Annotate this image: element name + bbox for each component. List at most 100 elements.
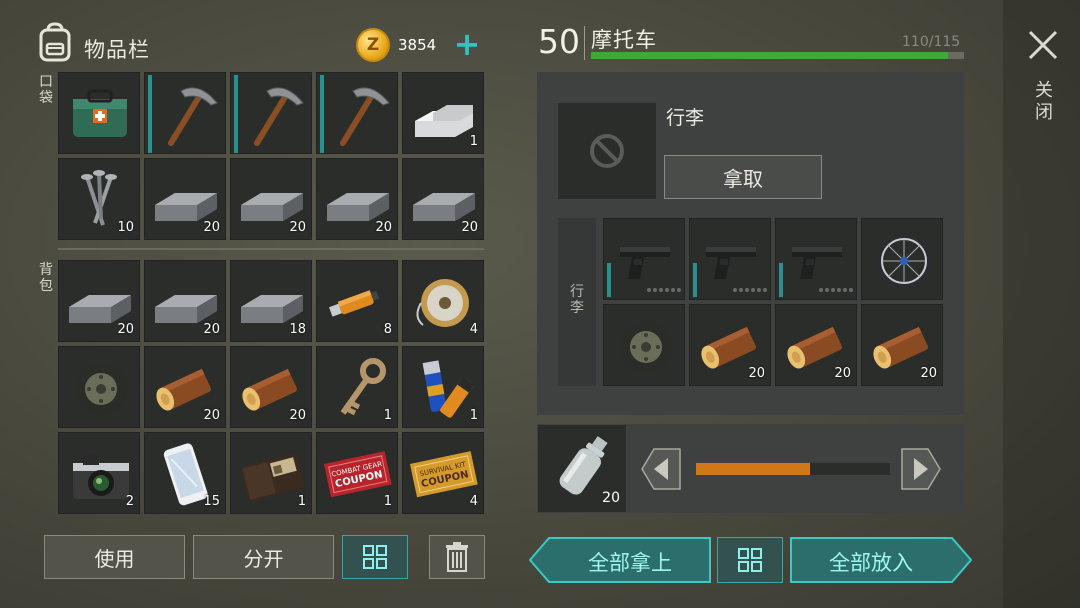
fuel-bar[interactable] bbox=[696, 463, 890, 475]
close-button[interactable] bbox=[1026, 28, 1060, 62]
item-quantity: 20 bbox=[834, 366, 851, 381]
backpack-slot[interactable]: 18 bbox=[230, 260, 312, 342]
put-all-button[interactable]: 全部放入 bbox=[790, 537, 972, 583]
cargo-slot[interactable] bbox=[689, 218, 771, 300]
pocket-slot[interactable]: 20 bbox=[402, 158, 484, 240]
item-quantity: 20 bbox=[461, 220, 478, 235]
medkit-icon bbox=[73, 89, 127, 137]
grid-icon bbox=[738, 548, 762, 572]
take-all-button[interactable]: 全部拿上 bbox=[529, 537, 711, 583]
backpack-slot[interactable] bbox=[58, 346, 140, 428]
vehicle-name: 摩托车 bbox=[591, 28, 657, 52]
trash-button[interactable] bbox=[429, 535, 485, 579]
pocket-slot[interactable]: 20 bbox=[144, 158, 226, 240]
vehicle-level: 50 bbox=[538, 22, 580, 61]
pocket-slot[interactable]: 1 bbox=[402, 72, 484, 154]
item-quantity: 10 bbox=[117, 220, 134, 235]
capacity-text: 110/115 bbox=[902, 34, 961, 50]
item-quantity: 20 bbox=[920, 366, 937, 381]
cargo-slot[interactable]: 20 bbox=[689, 304, 771, 386]
backpack-slot[interactable]: 1 bbox=[230, 432, 312, 514]
add-coins-button[interactable]: + bbox=[452, 28, 482, 62]
backpack-slot[interactable]: 20 bbox=[230, 346, 312, 428]
backpack-label: 背包 bbox=[39, 262, 53, 294]
cargo-slot[interactable] bbox=[861, 218, 943, 300]
item-quantity: 1 bbox=[469, 408, 478, 423]
backpack-icon bbox=[36, 22, 74, 62]
close-icon bbox=[1028, 30, 1058, 60]
item-quantity: 20 bbox=[203, 220, 220, 235]
backpack-slot[interactable]: COMBAT GEAR COUPON 1 bbox=[316, 432, 398, 514]
cargo-slot[interactable] bbox=[603, 218, 685, 300]
luggage-slot[interactable] bbox=[558, 103, 656, 199]
header-separator bbox=[584, 26, 585, 60]
pickaxe-icon bbox=[168, 87, 218, 146]
item-quantity: 20 bbox=[289, 408, 306, 423]
item-quantity: 2 bbox=[125, 494, 134, 509]
backpack-slot[interactable]: 15 bbox=[144, 432, 226, 514]
item-quantity: 20 bbox=[289, 220, 306, 235]
backpack-slot[interactable]: 1 bbox=[402, 346, 484, 428]
arrow-left-icon bbox=[641, 448, 681, 490]
item-quantity: 4 bbox=[469, 494, 478, 509]
blocked-icon bbox=[590, 134, 624, 168]
section-divider bbox=[58, 248, 484, 250]
backpack-slot[interactable]: 1 bbox=[316, 346, 398, 428]
backpack-slot[interactable]: 20 bbox=[58, 260, 140, 342]
cargo-slot[interactable] bbox=[603, 304, 685, 386]
wheel-icon bbox=[620, 321, 672, 373]
item-quantity: 4 bbox=[469, 322, 478, 337]
pocket-slot[interactable] bbox=[316, 72, 398, 154]
split-button[interactable]: 分开 bbox=[193, 535, 334, 579]
fuel-slot[interactable]: 20 bbox=[538, 425, 626, 512]
backpack-slot[interactable]: 8 bbox=[316, 260, 398, 342]
item-quantity: 20 bbox=[203, 408, 220, 423]
grid-icon bbox=[363, 545, 387, 569]
cargo-slot[interactable] bbox=[775, 218, 857, 300]
bicycle-wheel-icon bbox=[875, 232, 933, 290]
backpack-slot[interactable]: 20 bbox=[144, 260, 226, 342]
durability-bar bbox=[693, 263, 697, 297]
trash-icon bbox=[446, 542, 468, 572]
cargo-side-label: 行李 bbox=[570, 284, 584, 316]
vehicle-grid-view-button[interactable] bbox=[717, 537, 783, 583]
take-button[interactable]: 拿取 bbox=[664, 155, 822, 199]
pocket-slot[interactable]: 20 bbox=[316, 158, 398, 240]
pocket-slot[interactable] bbox=[58, 72, 140, 154]
item-quantity: 20 bbox=[748, 366, 765, 381]
item-quantity: 1 bbox=[383, 494, 392, 509]
pickaxe-icon bbox=[254, 87, 304, 146]
item-quantity: 18 bbox=[289, 322, 306, 337]
durability-bar bbox=[320, 75, 324, 153]
backpack-slot[interactable]: 4 bbox=[402, 260, 484, 342]
pocket-slot[interactable]: 20 bbox=[230, 158, 312, 240]
cargo-slot[interactable]: 20 bbox=[861, 304, 943, 386]
item-quantity: 20 bbox=[117, 322, 134, 337]
pickaxe-icon bbox=[340, 87, 390, 146]
inventory-title: 物品栏 bbox=[84, 38, 150, 62]
item-quantity: 8 bbox=[383, 322, 392, 337]
pocket-slot[interactable]: 10 bbox=[58, 158, 140, 240]
backpack-slot[interactable]: 20 bbox=[144, 346, 226, 428]
fuel-bar-fill bbox=[696, 463, 811, 475]
use-button[interactable]: 使用 bbox=[44, 535, 185, 579]
durability-bar bbox=[779, 263, 783, 297]
item-quantity: 20 bbox=[375, 220, 392, 235]
durability-bar bbox=[607, 263, 611, 297]
durability-bar bbox=[234, 75, 238, 153]
fuel-qty: 20 bbox=[602, 490, 620, 506]
backpack-slot[interactable]: SURVIVAL KIT COUPON 4 bbox=[402, 432, 484, 514]
fuel-decrease-button[interactable] bbox=[640, 446, 682, 492]
cargo-slot[interactable]: 20 bbox=[775, 304, 857, 386]
arrow-right-icon bbox=[901, 448, 941, 490]
grid-view-button[interactable] bbox=[342, 535, 408, 579]
backpack-slot[interactable]: 2 bbox=[58, 432, 140, 514]
pocket-slot[interactable] bbox=[144, 72, 226, 154]
wheel-icon bbox=[75, 363, 127, 415]
fuel-increase-button[interactable] bbox=[900, 446, 942, 492]
item-quantity: 20 bbox=[203, 322, 220, 337]
close-label[interactable]: 关闭 bbox=[1034, 80, 1054, 124]
take-all-label: 全部拿上 bbox=[588, 551, 672, 575]
capacity-bar-fill bbox=[591, 52, 948, 59]
pocket-slot[interactable] bbox=[230, 72, 312, 154]
